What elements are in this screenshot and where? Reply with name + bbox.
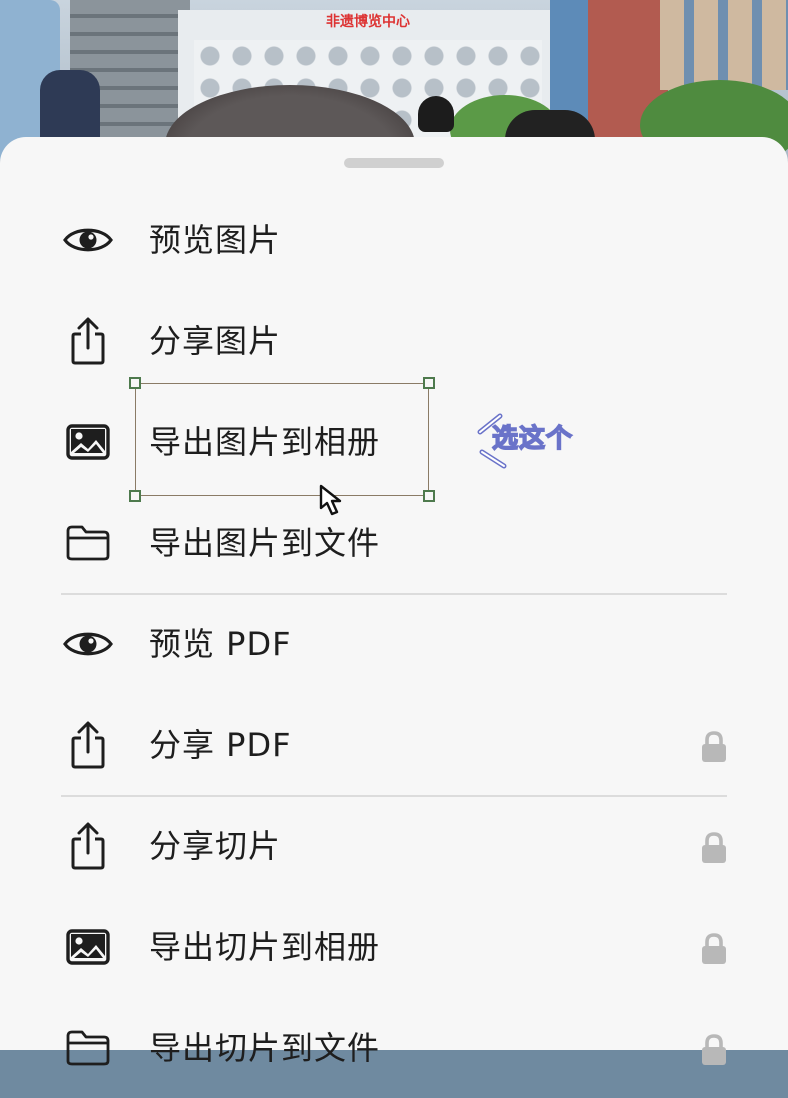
person bbox=[418, 96, 454, 132]
menu-item[interactable]: 分享图片 bbox=[0, 291, 788, 391]
menu-item[interactable]: 导出切片到相册 bbox=[0, 897, 788, 997]
folder-icon bbox=[62, 1024, 114, 1072]
selection-handle bbox=[423, 490, 435, 502]
photo-icon bbox=[62, 923, 114, 971]
eye-icon bbox=[62, 620, 114, 668]
menu-item[interactable]: 分享切片 bbox=[0, 796, 788, 896]
lock-icon bbox=[701, 933, 727, 965]
menu-item[interactable]: 预览 PDF bbox=[0, 594, 788, 694]
folder-icon bbox=[62, 519, 114, 567]
menu-item-label: 分享切片 bbox=[149, 827, 282, 865]
menu-item[interactable]: 导出切片到文件 bbox=[0, 998, 788, 1098]
menu-item[interactable]: 分享 PDF bbox=[0, 695, 788, 795]
sheet-grabber[interactable] bbox=[344, 158, 444, 168]
mouse-cursor-icon bbox=[319, 484, 342, 516]
menu-item-label: 导出切片到相册 bbox=[149, 928, 381, 966]
menu-item-label: 分享图片 bbox=[149, 322, 282, 360]
background-photo: 非遗博览中心 bbox=[0, 0, 788, 160]
lock-icon bbox=[701, 832, 727, 864]
building-sign: 非遗博览中心 bbox=[326, 14, 410, 30]
menu-item[interactable]: 预览图片 bbox=[0, 190, 788, 290]
share-icon bbox=[62, 721, 114, 769]
menu-item-label: 导出切片到文件 bbox=[149, 1029, 381, 1067]
menu-item[interactable]: 导出图片到文件 bbox=[0, 493, 788, 593]
lock-icon bbox=[701, 731, 727, 763]
selection-handle bbox=[129, 490, 141, 502]
menu-item-label: 预览 PDF bbox=[149, 625, 292, 663]
photo-icon bbox=[62, 418, 114, 466]
selection-handle bbox=[423, 377, 435, 389]
action-sheet: 预览图片 分享图片 导出图片到相册 导出图片到文件 预览 PDF 分享 PDF 分享切片 导出… bbox=[0, 137, 788, 1067]
menu-item-label: 分享 PDF bbox=[149, 726, 292, 764]
selection-box bbox=[135, 383, 429, 496]
eye-icon bbox=[62, 216, 114, 264]
share-icon bbox=[62, 317, 114, 365]
share-icon bbox=[62, 822, 114, 870]
building-right bbox=[660, 0, 788, 90]
lock-icon bbox=[701, 1034, 727, 1066]
callout-text: 选这个 bbox=[491, 423, 574, 455]
menu-item-label: 预览图片 bbox=[149, 221, 282, 259]
selection-handle bbox=[129, 377, 141, 389]
